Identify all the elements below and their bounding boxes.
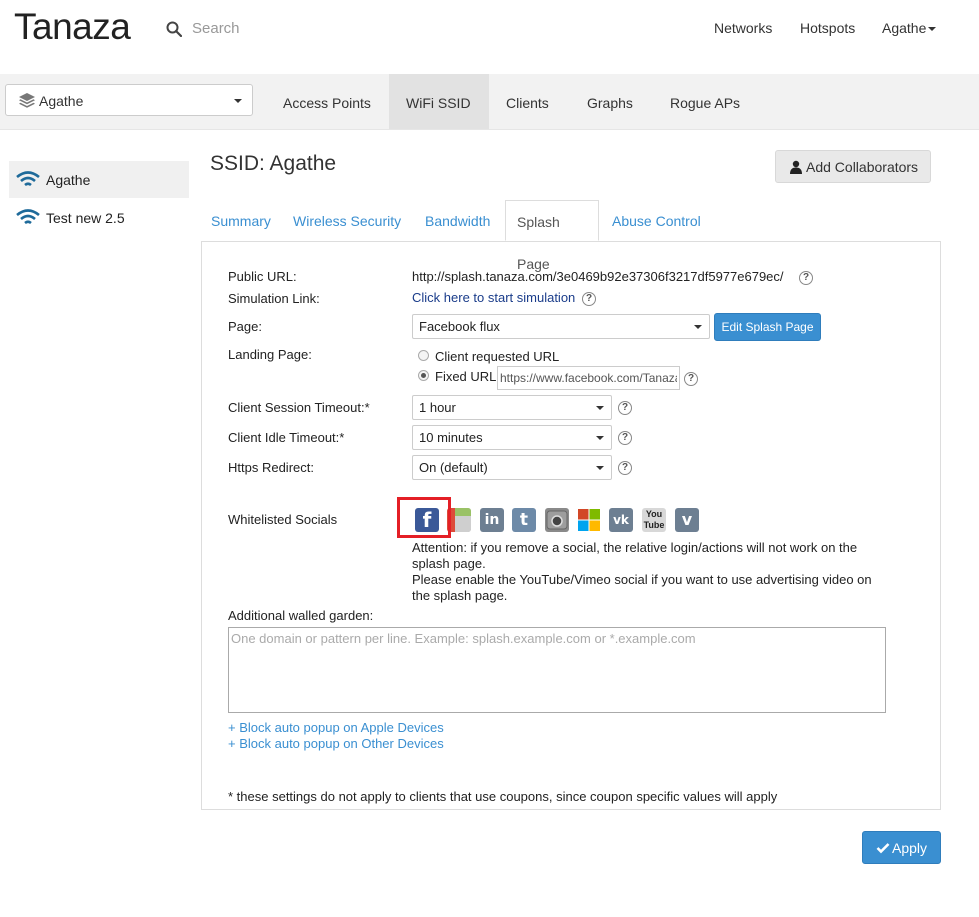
chevron-down-icon (234, 99, 242, 103)
sidebar-item-agathe[interactable]: Agathe (9, 161, 189, 198)
help-icon[interactable]: ? (618, 431, 632, 445)
tab-splash-page[interactable]: Splash Page (505, 200, 599, 272)
radio-fixed-url-label: Fixed URL (435, 369, 497, 384)
chevron-down-icon (596, 466, 604, 470)
https-redirect-value: On (default) (419, 460, 488, 475)
facebook-highlight-box (397, 497, 451, 538)
tab-bandwidth[interactable]: Bandwidth (414, 200, 501, 241)
youtube-icon[interactable]: You Tube (642, 508, 666, 532)
tab-abuse-control[interactable]: Abuse Control (601, 200, 712, 241)
tab-summary[interactable]: Summary (200, 200, 282, 241)
socials-attention-note: Attention: if you remove a social, the r… (412, 540, 858, 571)
add-collaborators-label: Add Collaborators (806, 159, 919, 175)
linkedin-icon[interactable]: in (480, 508, 504, 532)
walled-garden-textarea[interactable] (228, 627, 886, 713)
user-menu-label: Agathe (882, 20, 927, 36)
chevron-down-icon (596, 406, 604, 410)
vk-icon[interactable]: vk (609, 508, 633, 532)
tab-rogue-aps[interactable]: Rogue APs (653, 74, 757, 129)
tab-wifi-ssid[interactable]: WiFi SSID (389, 74, 489, 129)
camera-glyph (546, 510, 568, 530)
chevron-down-icon (596, 436, 604, 440)
tab-clients[interactable]: Clients (489, 74, 566, 129)
nav-networks[interactable]: Networks (714, 20, 772, 36)
session-timeout-label: Client Session Timeout:* (228, 400, 370, 415)
nav-hotspots[interactable]: Hotspots (800, 20, 855, 36)
edit-splash-page-button[interactable]: Edit Splash Page (714, 313, 821, 341)
apply-button[interactable]: Apply (862, 831, 941, 864)
page-select-value: Facebook flux (419, 319, 500, 334)
page-title: SSID: Agathe (210, 152, 337, 175)
coupon-footnote: * these settings do not apply to clients… (228, 789, 778, 804)
instagram-icon[interactable] (545, 508, 569, 532)
sidebar-item-label: Test new 2.5 (46, 210, 125, 226)
chevron-down-icon (928, 27, 937, 32)
apply-label: Apply (892, 840, 928, 856)
radio-client-url[interactable] (418, 350, 429, 361)
sidebar-item-test-new[interactable]: Test new 2.5 (9, 199, 189, 236)
network-select[interactable]: Agathe (5, 84, 253, 116)
chevron-down-icon (694, 325, 702, 329)
tab-wireless-security[interactable]: Wireless Security (282, 200, 412, 241)
twitter-icon[interactable]: t (512, 508, 536, 532)
public-url-value: http://splash.tanaza.com/3e0469b92e37306… (412, 269, 784, 284)
walled-garden-label: Additional walled garden: (228, 608, 374, 623)
idle-timeout-label: Client Idle Timeout:* (228, 430, 345, 445)
simulation-link-label: Simulation Link: (228, 291, 320, 306)
layers-icon (19, 93, 35, 108)
radio-fixed-url[interactable] (418, 370, 429, 381)
tab-access-points[interactable]: Access Points (266, 74, 388, 129)
fixed-url-input[interactable] (497, 366, 680, 390)
whitelisted-socials-label: Whitelisted Socials (228, 512, 338, 527)
user-icon (790, 160, 802, 174)
page-label: Page: (228, 319, 262, 334)
help-icon[interactable]: ? (618, 461, 632, 475)
idle-timeout-select[interactable]: 10 minutes (412, 425, 612, 450)
vimeo-icon[interactable]: v (675, 508, 699, 532)
socials-video-note: Please enable the YouTube/Vimeo social i… (412, 572, 872, 603)
idle-timeout-value: 10 minutes (419, 430, 483, 445)
search-input[interactable] (192, 20, 392, 37)
tanaza-logo[interactable]: Tanaza (14, 6, 131, 48)
wifi-icon (16, 209, 40, 225)
simulation-link[interactable]: Click here to start simulation (412, 290, 575, 305)
sidebar-item-label: Agathe (46, 172, 91, 188)
https-redirect-label: Https Redirect: (228, 460, 314, 475)
network-select-value: Agathe (39, 93, 84, 109)
help-icon[interactable]: ? (684, 372, 698, 386)
add-collaborators-button[interactable]: Add Collaborators (775, 150, 931, 183)
help-icon[interactable]: ? (582, 292, 596, 306)
block-popup-other-link[interactable]: + Block auto popup on Other Devices (228, 736, 444, 751)
check-icon (876, 843, 890, 854)
wifi-icon (16, 171, 40, 187)
block-popup-apple-link[interactable]: + Block auto popup on Apple Devices (228, 720, 444, 735)
windows-live-icon[interactable] (577, 508, 601, 532)
user-menu[interactable]: Agathe (882, 20, 937, 36)
tab-graphs[interactable]: Graphs (570, 74, 650, 129)
search-icon (166, 21, 182, 37)
https-redirect-select[interactable]: On (default) (412, 455, 612, 480)
help-icon[interactable]: ? (618, 401, 632, 415)
public-url-label: Public URL: (228, 269, 297, 284)
session-timeout-select[interactable]: 1 hour (412, 395, 612, 420)
help-icon[interactable]: ? (799, 271, 813, 285)
page-select[interactable]: Facebook flux (412, 314, 710, 339)
landing-page-label: Landing Page: (228, 347, 312, 362)
radio-client-url-label: Client requested URL (435, 349, 560, 364)
windows-glyph (578, 509, 600, 531)
session-timeout-value: 1 hour (419, 400, 456, 415)
